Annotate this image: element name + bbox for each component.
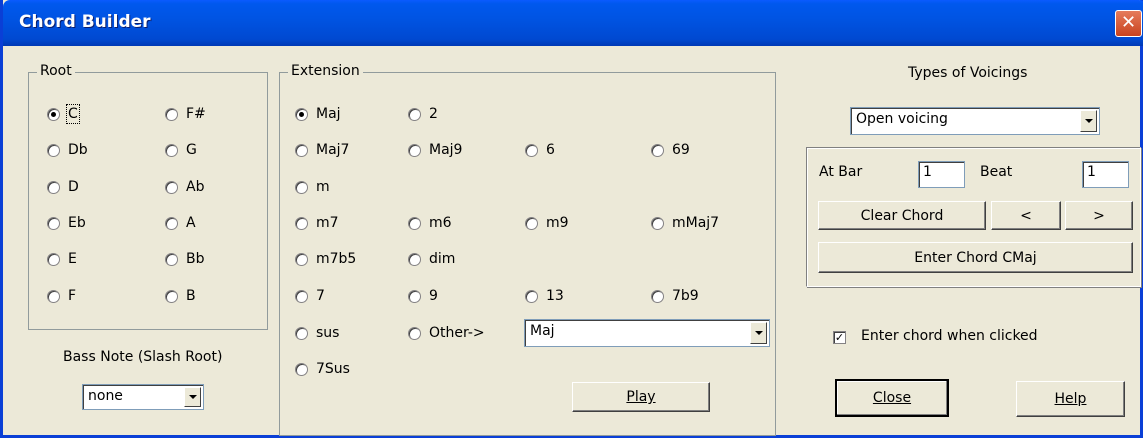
voicings-select[interactable]: Open voicing <box>850 107 1100 135</box>
ext-radio-69[interactable]: 69 <box>651 140 690 160</box>
beat-label: Beat <box>980 164 1013 180</box>
bar-input[interactable]: 1 <box>918 161 965 188</box>
radio-button-icon <box>47 107 60 121</box>
ext-radio-sus[interactable]: sus <box>295 323 339 343</box>
radio-button-icon <box>295 107 308 121</box>
root-radio-fsharp[interactable]: F# <box>165 104 206 124</box>
window-title: Chord Builder <box>19 12 151 32</box>
root-radio-c[interactable]: C <box>47 104 80 124</box>
ext-radio-m[interactable]: m <box>295 177 330 197</box>
root-radio-e[interactable]: E <box>47 249 77 269</box>
help-button[interactable]: Help <box>1016 381 1125 417</box>
root-radio-f[interactable]: F <box>47 286 76 306</box>
ext-radio-maj9[interactable]: Maj9 <box>408 140 462 160</box>
close-button[interactable]: Close <box>835 379 949 417</box>
radio-button-icon <box>408 143 421 157</box>
radio-button-icon <box>295 180 308 194</box>
ext-radio-7b9[interactable]: 7b9 <box>651 286 699 306</box>
other-extension-select[interactable]: Maj <box>524 319 770 347</box>
prev-button[interactable]: < <box>991 201 1061 230</box>
bass-note-label: Bass Note (Slash Root) <box>63 349 223 365</box>
enter-when-clicked-label: Enter chord when clicked <box>861 328 1038 344</box>
radio-button-icon <box>165 107 178 121</box>
radio-button-icon <box>295 326 308 340</box>
radio-button-icon <box>525 289 538 303</box>
radio-button-icon <box>47 252 60 266</box>
radio-button-icon <box>165 252 178 266</box>
ext-radio-maj[interactable]: Maj <box>295 104 341 124</box>
at-bar-label: At Bar <box>819 164 863 180</box>
voicings-label: Types of Voicings <box>908 65 1028 81</box>
ext-radio-m9[interactable]: m9 <box>525 213 569 233</box>
radio-button-icon <box>408 216 421 230</box>
bass-note-select[interactable]: none <box>82 384 204 410</box>
root-radio-eb[interactable]: Eb <box>47 213 86 233</box>
radio-button-icon <box>408 107 421 121</box>
radio-button-icon <box>408 252 421 266</box>
ext-radio-9[interactable]: 9 <box>408 286 438 306</box>
root-radio-bb[interactable]: Bb <box>165 249 205 269</box>
radio-button-icon <box>47 180 60 194</box>
ext-radio-m7[interactable]: m7 <box>295 213 339 233</box>
ext-radio-m6[interactable]: m6 <box>408 213 452 233</box>
extension-legend: Extension <box>288 63 363 79</box>
chevron-down-icon[interactable] <box>1080 110 1097 132</box>
root-radio-b[interactable]: B <box>165 286 196 306</box>
root-radio-db[interactable]: Db <box>47 140 88 160</box>
radio-button-icon <box>295 252 308 266</box>
radio-button-icon <box>47 216 60 230</box>
title-bar[interactable]: Chord Builder ✕ <box>3 0 1143 46</box>
root-radio-g[interactable]: G <box>165 140 197 160</box>
root-radio-ab[interactable]: Ab <box>165 177 204 197</box>
chevron-down-icon[interactable] <box>184 387 201 407</box>
ext-radio-6[interactable]: 6 <box>525 140 555 160</box>
clear-chord-button[interactable]: Clear Chord <box>818 201 986 230</box>
radio-button-icon <box>165 289 178 303</box>
ext-radio-other[interactable]: Other-> <box>408 323 485 343</box>
ext-radio-13[interactable]: 13 <box>525 286 564 306</box>
ext-radio-2[interactable]: 2 <box>408 104 438 124</box>
radio-button-icon <box>408 326 421 340</box>
radio-button-icon <box>295 289 308 303</box>
chevron-down-icon[interactable] <box>750 322 767 344</box>
beat-input[interactable]: 1 <box>1082 161 1129 188</box>
ext-radio-maj7[interactable]: Maj7 <box>295 140 349 160</box>
radio-button-icon <box>295 362 308 376</box>
radio-button-icon <box>165 143 178 157</box>
next-button[interactable]: > <box>1065 201 1133 230</box>
root-radio-a[interactable]: A <box>165 213 196 233</box>
enter-chord-button[interactable]: Enter Chord CMaj <box>818 242 1133 273</box>
ext-radio-dim[interactable]: dim <box>408 249 455 269</box>
root-legend: Root <box>37 63 75 79</box>
radio-button-icon <box>525 216 538 230</box>
chord-builder-window: Chord Builder ✕ Root C Db D Eb E F F# G … <box>0 0 1143 438</box>
radio-button-icon <box>651 289 664 303</box>
radio-button-icon <box>165 180 178 194</box>
radio-button-icon <box>47 143 60 157</box>
enter-when-clicked-checkbox[interactable]: ✓ <box>833 331 846 344</box>
root-radio-d[interactable]: D <box>47 177 79 197</box>
radio-button-icon <box>408 289 421 303</box>
radio-button-icon <box>295 216 308 230</box>
radio-button-icon <box>165 216 178 230</box>
close-icon[interactable]: ✕ <box>1115 10 1142 37</box>
ext-radio-7[interactable]: 7 <box>295 286 325 306</box>
play-button[interactable]: Play <box>572 382 710 412</box>
radio-button-icon <box>651 143 664 157</box>
radio-button-icon <box>525 143 538 157</box>
radio-button-icon <box>651 216 664 230</box>
radio-button-icon <box>47 289 60 303</box>
radio-button-icon <box>295 143 308 157</box>
ext-radio-mmaj7[interactable]: mMaj7 <box>651 213 719 233</box>
dialog-content: Root C Db D Eb E F F# G Ab A Bb B Bass N… <box>3 46 1143 438</box>
ext-radio-7sus[interactable]: 7Sus <box>295 359 350 379</box>
ext-radio-m7b5[interactable]: m7b5 <box>295 249 356 269</box>
